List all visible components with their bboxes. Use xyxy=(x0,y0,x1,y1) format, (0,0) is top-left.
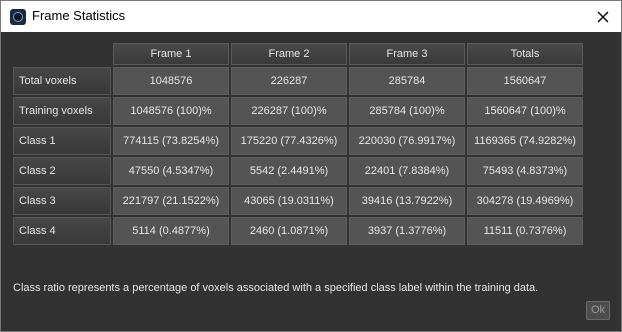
title-bar[interactable]: Frame Statistics xyxy=(1,1,621,32)
table-cell: 11511 (0.7376%) xyxy=(467,217,583,245)
statistics-table: Frame 1 Frame 2 Frame 3 Totals Total vox… xyxy=(11,41,585,247)
table-cell: 220030 (76.9917%) xyxy=(349,127,465,155)
close-button[interactable] xyxy=(591,5,615,29)
table-cell: 304278 (19.4969%) xyxy=(467,187,583,215)
table-cell: 221797 (21.1522%) xyxy=(113,187,229,215)
column-header-frame-2: Frame 2 xyxy=(231,43,347,65)
table-row: Class 4 5114 (0.4877%) 2460 (1.0871%) 39… xyxy=(13,217,583,245)
table-row: Class 2 47550 (4.5347%) 5542 (2.4491%) 2… xyxy=(13,157,583,185)
row-header-class-3: Class 3 xyxy=(13,187,111,215)
table-cell: 285784 xyxy=(349,67,465,95)
row-header-class-4: Class 4 xyxy=(13,217,111,245)
table-cell: 285784 (100)% xyxy=(349,97,465,125)
table-row: Total voxels 1048576 226287 285784 15606… xyxy=(13,67,583,95)
table-cell: 1169365 (74.9282%) xyxy=(467,127,583,155)
table-cell: 43065 (19.0311%) xyxy=(231,187,347,215)
table-cell: 2460 (1.0871%) xyxy=(231,217,347,245)
header-row: Frame 1 Frame 2 Frame 3 Totals xyxy=(13,43,583,65)
table-cell: 774115 (73.8254%) xyxy=(113,127,229,155)
table-cell: 75493 (4.8373%) xyxy=(467,157,583,185)
table-cell: 39416 (13.7922%) xyxy=(349,187,465,215)
corner-cell xyxy=(13,43,111,65)
column-header-totals: Totals xyxy=(467,43,583,65)
row-header-class-2: Class 2 xyxy=(13,157,111,185)
table-cell: 1560647 xyxy=(467,67,583,95)
table-cell: 226287 xyxy=(231,67,347,95)
table-row: Training voxels 1048576 (100)% 226287 (1… xyxy=(13,97,583,125)
app-icon xyxy=(10,9,26,25)
ok-button[interactable]: Ok xyxy=(586,301,610,320)
table-cell: 47550 (4.5347%) xyxy=(113,157,229,185)
window-title: Frame Statistics xyxy=(32,8,126,23)
close-icon xyxy=(597,11,609,23)
class-ratio-note: Class ratio represents a percentage of v… xyxy=(13,282,539,294)
row-header-training-voxels: Training voxels xyxy=(13,97,111,125)
table-cell: 1560647 (100)% xyxy=(467,97,583,125)
table-row: Class 1 774115 (73.8254%) 175220 (77.432… xyxy=(13,127,583,155)
table-cell: 22401 (7.8384%) xyxy=(349,157,465,185)
table-cell: 175220 (77.4326%) xyxy=(231,127,347,155)
row-header-total-voxels: Total voxels xyxy=(13,67,111,95)
table-cell: 1048576 xyxy=(113,67,229,95)
column-header-frame-3: Frame 3 xyxy=(349,43,465,65)
table-row: Class 3 221797 (21.1522%) 43065 (19.0311… xyxy=(13,187,583,215)
frame-statistics-dialog: Frame Statistics Frame 1 Frame 2 Frame 3… xyxy=(0,0,622,332)
table-cell: 3937 (1.3776%) xyxy=(349,217,465,245)
row-header-class-1: Class 1 xyxy=(13,127,111,155)
table-cell: 5542 (2.4491%) xyxy=(231,157,347,185)
table-cell: 5114 (0.4877%) xyxy=(113,217,229,245)
column-header-frame-1: Frame 1 xyxy=(113,43,229,65)
table-cell: 226287 (100)% xyxy=(231,97,347,125)
table-cell: 1048576 (100)% xyxy=(113,97,229,125)
